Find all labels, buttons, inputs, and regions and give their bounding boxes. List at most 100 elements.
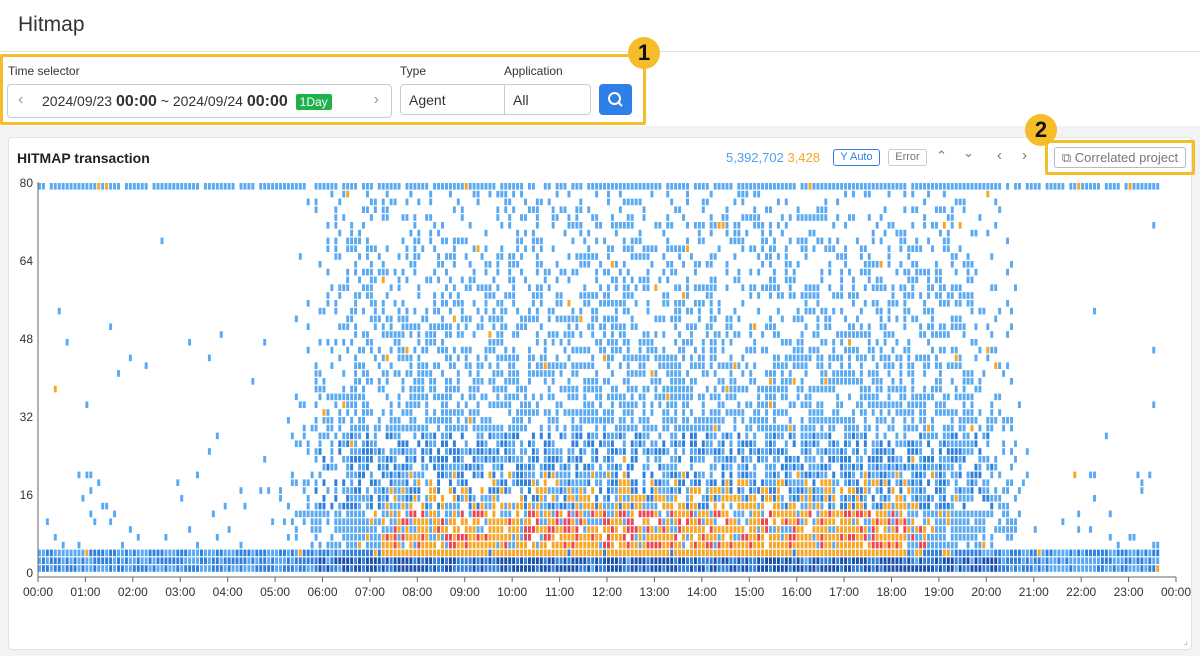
heatmap-cell bbox=[330, 534, 334, 541]
heatmap-cell bbox=[444, 346, 448, 354]
heatmap-cell bbox=[828, 495, 832, 502]
heatmap-cell bbox=[385, 487, 389, 494]
heatmap-cell bbox=[820, 183, 824, 190]
heatmap-cell bbox=[393, 565, 397, 572]
heatmap-cell bbox=[618, 549, 622, 557]
heatmap-cell bbox=[184, 565, 188, 572]
heatmap-cell bbox=[156, 565, 160, 572]
heatmap-cell bbox=[93, 183, 97, 190]
heatmap-cell bbox=[749, 518, 753, 525]
heatmap-cell bbox=[757, 292, 761, 299]
heatmap-cell bbox=[302, 401, 306, 408]
heatmap-cell bbox=[488, 284, 492, 291]
heatmap-cell bbox=[381, 354, 385, 362]
heatmap-cell bbox=[800, 432, 804, 440]
heatmap-cell bbox=[452, 362, 456, 369]
heatmap-cell bbox=[709, 393, 713, 401]
heatmap-cell bbox=[279, 549, 282, 557]
heatmap-cell bbox=[227, 183, 231, 190]
heatmap-cell bbox=[800, 518, 804, 525]
heatmap-cell bbox=[405, 518, 409, 525]
heatmap-cell bbox=[796, 362, 800, 369]
heatmap-cell bbox=[393, 432, 397, 440]
heatmap-cell bbox=[433, 339, 437, 346]
heatmap-cell bbox=[480, 541, 484, 549]
heatmap-cell bbox=[875, 502, 879, 510]
heatmap-cell bbox=[417, 393, 421, 401]
heatmap-cell bbox=[753, 214, 757, 221]
heatmap-cell bbox=[682, 378, 686, 385]
heatmap-cell bbox=[840, 456, 844, 463]
heatmap-cell bbox=[642, 245, 646, 252]
heatmap-cell bbox=[776, 502, 780, 510]
heatmap-cell bbox=[867, 323, 871, 330]
heatmap-cell bbox=[788, 378, 792, 385]
heatmap-cell bbox=[334, 183, 338, 190]
heatmap-cell bbox=[247, 549, 251, 557]
heatmap-cell bbox=[559, 292, 563, 299]
heatmap-cell bbox=[152, 183, 156, 190]
hitmap-chart[interactable]: 0163248648000:00 01:00 02:00 03:00 04:00 05:0… bbox=[0, 0, 1200, 656]
heatmap-cell bbox=[697, 471, 701, 479]
heatmap-cell bbox=[780, 463, 784, 471]
heatmap-cell bbox=[354, 495, 358, 502]
heatmap-cell bbox=[488, 261, 492, 268]
heatmap-cell bbox=[547, 284, 551, 291]
heatmap-cell bbox=[871, 409, 875, 416]
heatmap-cell bbox=[733, 409, 737, 416]
heatmap-cell bbox=[741, 487, 745, 494]
heatmap-cell bbox=[350, 393, 354, 401]
heatmap-cell bbox=[393, 471, 397, 479]
heatmap-cell bbox=[891, 417, 895, 424]
heatmap-cell bbox=[583, 300, 587, 307]
heatmap-cell bbox=[365, 448, 369, 455]
heatmap-cell bbox=[753, 541, 757, 549]
heatmap-cell bbox=[567, 471, 571, 479]
heatmap-cell bbox=[701, 440, 705, 447]
heatmap-cell bbox=[796, 237, 800, 245]
heatmap-cell bbox=[674, 284, 678, 291]
heatmap-cell bbox=[354, 448, 358, 455]
heatmap-cell bbox=[733, 417, 737, 424]
heatmap-cell bbox=[851, 276, 855, 284]
heatmap-cell bbox=[780, 214, 784, 221]
heatmap-cell bbox=[603, 409, 606, 416]
heatmap-cell bbox=[452, 565, 456, 572]
heatmap-cell bbox=[713, 502, 717, 510]
heatmap-cell bbox=[437, 362, 441, 369]
heatmap-cell bbox=[599, 222, 603, 229]
heatmap-cell bbox=[500, 253, 504, 260]
heatmap-cell bbox=[622, 401, 626, 408]
heatmap-cell bbox=[855, 534, 859, 541]
heatmap-cell bbox=[851, 541, 855, 549]
heatmap-cell bbox=[595, 253, 599, 260]
heatmap-cell bbox=[417, 284, 421, 291]
heatmap-cell bbox=[425, 448, 429, 455]
heatmap-cell bbox=[844, 463, 848, 471]
heatmap-cell bbox=[144, 557, 148, 564]
heatmap-cell bbox=[737, 315, 741, 323]
heatmap-cell bbox=[243, 565, 247, 572]
heatmap-cell bbox=[393, 300, 397, 307]
heatmap-cell bbox=[733, 198, 737, 206]
heatmap-cell bbox=[342, 339, 346, 346]
heatmap-cell bbox=[567, 253, 571, 260]
heatmap-cell bbox=[358, 417, 362, 424]
heatmap-cell bbox=[832, 526, 836, 533]
heatmap-cell bbox=[630, 526, 634, 533]
heatmap-cell bbox=[836, 440, 840, 447]
heatmap-cell bbox=[543, 502, 547, 510]
heatmap-cell bbox=[670, 401, 674, 408]
heatmap-cell bbox=[441, 222, 444, 229]
heatmap-cell bbox=[824, 378, 828, 385]
heatmap-cell bbox=[674, 432, 678, 440]
heatmap-cell bbox=[654, 456, 658, 463]
heatmap-cell bbox=[784, 471, 788, 479]
heatmap-cell bbox=[808, 502, 812, 510]
heatmap-cell bbox=[903, 393, 907, 401]
heatmap-cell bbox=[294, 549, 298, 557]
heatmap-cell bbox=[693, 448, 697, 455]
heatmap-cell bbox=[741, 284, 745, 291]
heatmap-cell bbox=[472, 245, 476, 252]
heatmap-cell bbox=[733, 510, 737, 518]
